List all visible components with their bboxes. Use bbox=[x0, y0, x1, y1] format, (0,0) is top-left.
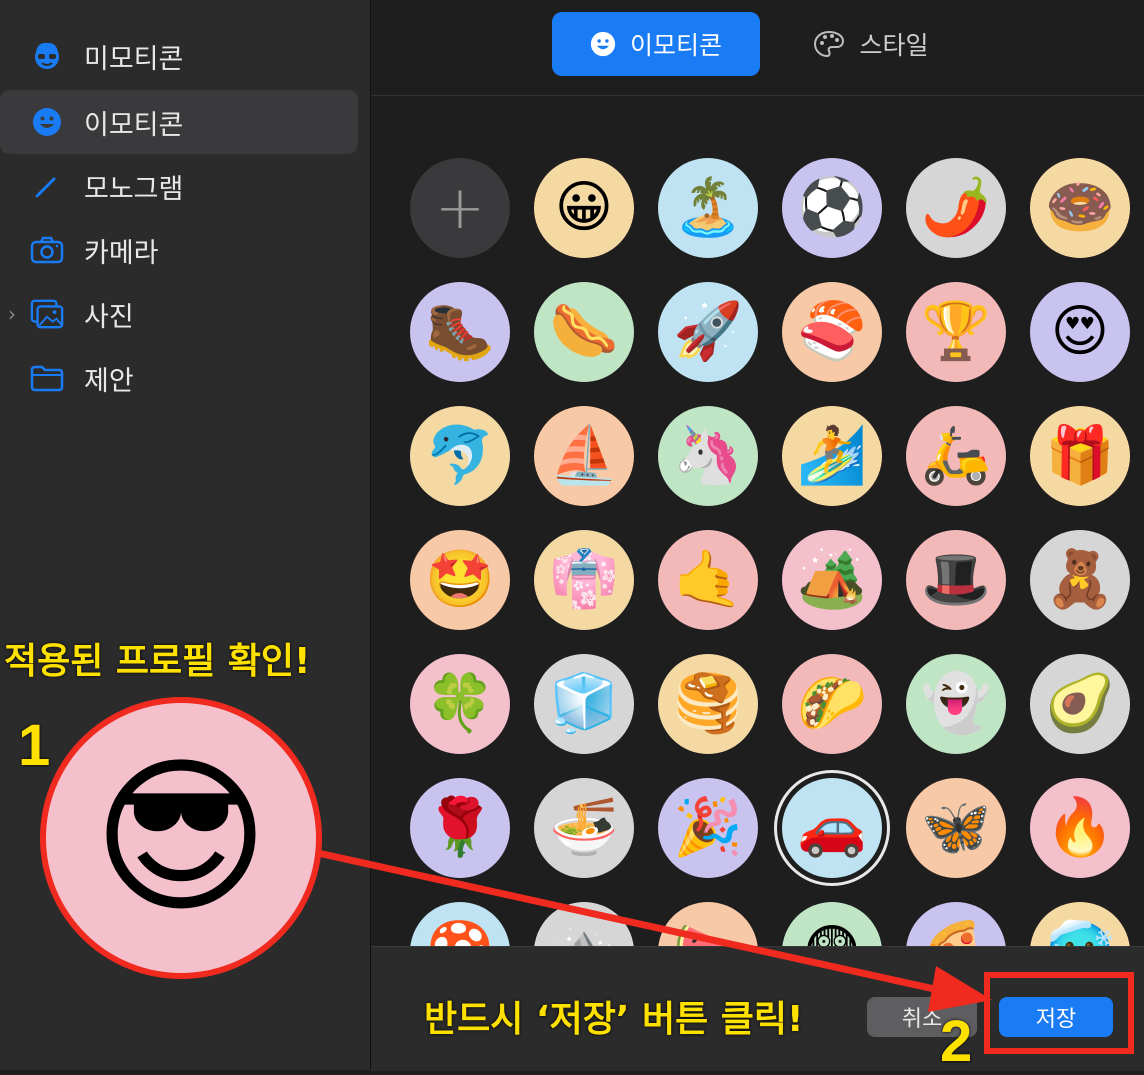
emoji-option[interactable]: 🍄 bbox=[410, 902, 510, 946]
sidebar-item-label: 제안 bbox=[84, 365, 134, 397]
chevron-right-icon[interactable]: › bbox=[8, 302, 16, 326]
annotation-number-1: 1 bbox=[18, 713, 51, 778]
emoji-option[interactable]: 🎁 bbox=[1030, 406, 1130, 506]
emoji-option[interactable]: 🎉 bbox=[658, 778, 758, 878]
emoji-option[interactable]: ⛰️ bbox=[534, 902, 634, 946]
sidebar-item-label: 카메라 bbox=[84, 237, 159, 269]
smiley-icon bbox=[30, 105, 64, 139]
emoji-grid: +😀🏝️⚽🌶️🍩 🥾🌭🚀🍣🏆😍 🐬⛵🦄🏄🛵🎁 🤩👘🤙🏕️🎩🧸 🍀🧊🥞🌮👻🥑 🌹🍜🎉🚗🦋🔥 🍄… bbox=[371, 96, 1144, 946]
sidebar-item-label: 미모티콘 bbox=[84, 43, 184, 75]
emoji-option[interactable]: 🍉 bbox=[658, 902, 758, 946]
camera-icon bbox=[30, 233, 64, 267]
emoji-option[interactable]: 🧊 bbox=[534, 654, 634, 754]
emoji-option[interactable]: 🍣 bbox=[782, 282, 882, 382]
emoji-option[interactable]: 🏆 bbox=[906, 282, 1006, 382]
sidebar-item-monogram[interactable]: 모노그램 bbox=[0, 154, 358, 218]
emoji-option[interactable]: 🎩 bbox=[906, 530, 1006, 630]
emoji-option[interactable]: 🦄 bbox=[658, 406, 758, 506]
emoji-option[interactable]: 🥶 bbox=[1030, 902, 1130, 946]
sidebar-item-photos[interactable]: › 사진 bbox=[0, 282, 358, 346]
emoji-option[interactable]: 😨 bbox=[782, 902, 882, 946]
emoji-option[interactable]: 🦋 bbox=[906, 778, 1006, 878]
sidebar-item-label: 이모티콘 bbox=[84, 109, 184, 141]
tab-bar: 이모티콘 스타일 bbox=[371, 0, 1144, 96]
emoji-option[interactable]: 🥑 bbox=[1030, 654, 1130, 754]
emoji-option[interactable]: 🌹 bbox=[410, 778, 510, 878]
tab-label: 스타일 bbox=[859, 31, 929, 60]
sidebar-item-emoji[interactable]: 이모티콘 bbox=[0, 90, 358, 154]
emoji-option[interactable]: 🥞 bbox=[658, 654, 758, 754]
add-emoji-button[interactable]: + bbox=[410, 158, 510, 258]
emoji-option[interactable]: 🍀 bbox=[410, 654, 510, 754]
sidebar-item-camera[interactable]: 카메라 bbox=[0, 218, 358, 282]
annotation-number-2: 2 bbox=[940, 1009, 973, 1074]
memoji-icon bbox=[30, 39, 64, 73]
emoji-option[interactable]: 🍜 bbox=[534, 778, 634, 878]
emoji-option[interactable]: 🏝️ bbox=[658, 158, 758, 258]
photos-icon bbox=[30, 297, 64, 331]
emoji-option[interactable]: 🔥 bbox=[1030, 778, 1130, 878]
tab-emoji[interactable]: 이모티콘 bbox=[552, 12, 760, 76]
annotation-footer-note: 반드시 ‘저장’ 버튼 클릭! bbox=[424, 999, 804, 1040]
sidebar-item-suggestions[interactable]: 제안 bbox=[0, 346, 358, 410]
emoji-option[interactable]: 😍 bbox=[1030, 282, 1130, 382]
main-panel: 이모티콘 스타일 + 😀 🏝️ ⚽ 🌶️ 🍩 🥾 🌭 🚀 🍣 🏆 😍 🐬 ⛵ 🦄 🏄 🛵 🎁 🤩 👘 🤙 🏕️ 🎩 🧸 🍀 🧊 🥞 🌮… bbox=[371, 0, 1144, 1071]
emoji-option[interactable]: 🏕️ bbox=[782, 530, 882, 630]
tab-style[interactable]: 스타일 bbox=[796, 12, 946, 76]
sidebar-item-label: 모노그램 bbox=[84, 173, 184, 205]
palette-icon bbox=[813, 30, 845, 58]
emoji-option[interactable]: 🌭 bbox=[534, 282, 634, 382]
emoji-option[interactable]: 🤩 bbox=[410, 530, 510, 630]
emoji-option[interactable]: 🌮 bbox=[782, 654, 882, 754]
emoji-option[interactable]: 🏄 bbox=[782, 406, 882, 506]
emoji-option[interactable]: ⛵ bbox=[534, 406, 634, 506]
emoji-option[interactable]: 🧸 bbox=[1030, 530, 1130, 630]
tab-label: 이모티콘 bbox=[629, 31, 722, 60]
sidebar-item-memoji[interactable]: 미모티콘 bbox=[0, 24, 358, 88]
emoji-option[interactable]: 🍩 bbox=[1030, 158, 1130, 258]
emoji-option[interactable]: 🚀 bbox=[658, 282, 758, 382]
annotation-title: 적용된 프로필 확인! bbox=[4, 641, 311, 682]
emoji-option-selected[interactable]: 🚗 bbox=[782, 778, 882, 878]
emoji-option[interactable]: 👘 bbox=[534, 530, 634, 630]
smiley-icon bbox=[590, 31, 616, 57]
folder-icon bbox=[30, 361, 64, 395]
annotation-highlight-box bbox=[984, 972, 1134, 1054]
emoji-option[interactable]: 🌶️ bbox=[906, 158, 1006, 258]
emoji-option[interactable]: 🛵 bbox=[906, 406, 1006, 506]
emoji-option[interactable]: 🍕 bbox=[906, 902, 1006, 946]
emoji-option[interactable]: 😀 bbox=[534, 158, 634, 258]
emoji-option[interactable]: 👻 bbox=[906, 654, 1006, 754]
emoji-option[interactable]: 🥾 bbox=[410, 282, 510, 382]
emoji-option[interactable]: ⚽ bbox=[782, 158, 882, 258]
sidebar-item-label: 사진 bbox=[84, 301, 134, 333]
emoji-option[interactable]: 🐬 bbox=[410, 406, 510, 506]
emoji-option[interactable]: 🤙 bbox=[658, 530, 758, 630]
profile-preview: 😎 bbox=[40, 697, 322, 979]
pencil-icon bbox=[30, 169, 64, 203]
